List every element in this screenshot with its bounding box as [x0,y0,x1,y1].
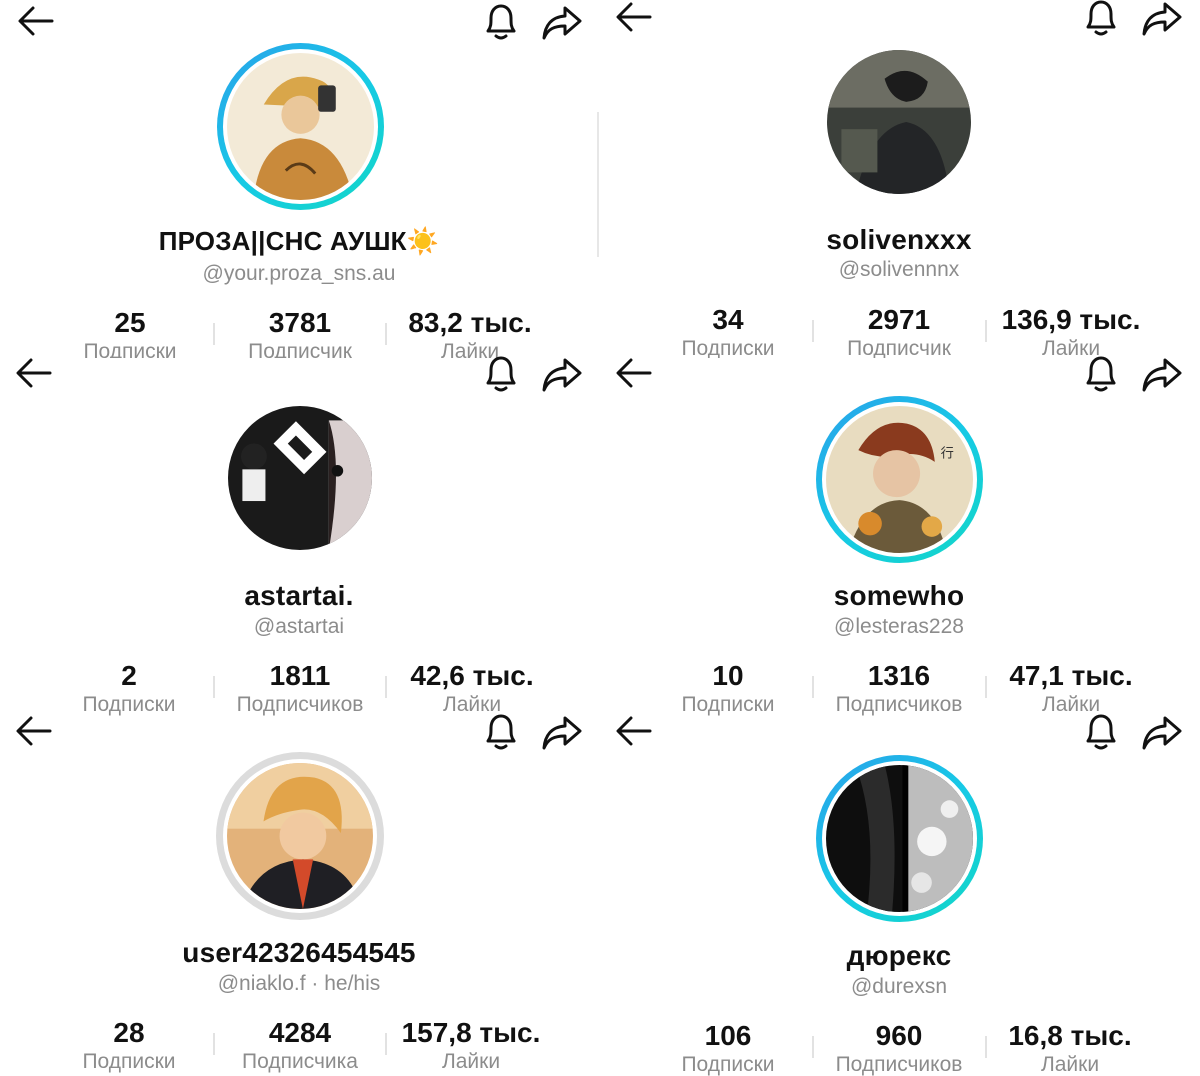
following-stat[interactable]: 28 Подписки [39,1016,219,1074]
share-arrow-icon[interactable] [1140,356,1184,394]
likes-stat: 136,9 тыс. Лайки [981,303,1161,358]
likes-count: 47,1 тыс. [1009,660,1133,691]
followers-count: 3781 [268,307,332,338]
avatar[interactable] [227,53,374,200]
share-arrow-icon[interactable] [540,714,584,752]
display-name: дюрекс [846,940,952,971]
likes-stat: 47,1 тыс. Лайки [981,659,1161,717]
back-arrow-icon[interactable] [614,714,654,748]
display-name: solivenxxx [826,224,972,255]
likes-stat: 16,8 тыс. Лайки [980,1019,1160,1076]
following-count: 2 [121,660,137,691]
username-handle: @astartai [253,615,345,638]
likes-label: Лайки [441,1050,501,1073]
username-handle: @solivennnx [838,258,960,281]
username-handle: @niaklo.f · he/his [217,972,381,995]
avatar-ring: 行 [816,396,983,563]
profile-card-6: дюрекс @durexsn 106 Подписки 960 Подписч… [600,710,1198,1076]
share-arrow-icon[interactable] [540,4,584,42]
likes-stat: 157,8 тыс. Лайки [381,1016,561,1074]
likes-count: 83,2 тыс. [408,307,532,338]
followers-stat[interactable]: 2971 Подписчик [809,303,989,358]
back-arrow-icon[interactable] [14,356,54,390]
followers-count: 1316 [867,660,931,691]
bell-icon[interactable] [1082,712,1120,752]
profile-card-5: user42326454545 @niaklo.f · he/his 28 По… [0,710,598,1076]
display-name: astartai. [244,580,354,611]
avatar-ring [228,406,372,550]
bell-icon[interactable] [482,2,520,42]
panel-divider [597,112,599,257]
profile-card-2: solivenxxx @solivennnx 34 Подписки 2971 … [600,0,1198,358]
following-count: 106 [704,1020,752,1051]
share-arrow-icon[interactable] [1140,0,1184,38]
profile-card-1: ПРОЗА||СНС АУШК☀️ @your.proza_sns.au 25 … [0,0,598,358]
following-label: Подписки [82,1050,176,1073]
back-arrow-icon[interactable] [614,0,654,34]
followers-count: 960 [875,1020,923,1051]
followers-label: Подписчиков [835,1053,963,1076]
bell-icon[interactable] [1082,354,1120,394]
share-arrow-icon[interactable] [540,356,584,394]
following-stat[interactable]: 10 Подписки [638,659,818,717]
followers-label: Подписчика [242,1050,358,1073]
following-count: 34 [712,304,744,335]
followers-stat[interactable]: 1811 Подписчиков [210,659,390,717]
username-handle: @lesteras228 [834,615,964,638]
avatar[interactable]: 行 [826,406,973,553]
back-arrow-icon[interactable] [14,714,54,748]
following-count: 28 [113,1017,145,1048]
followers-stat[interactable]: 3781 Подписчик [210,306,390,358]
username-handle: @your.proza_sns.au [202,262,396,285]
likes-count: 136,9 тыс. [1001,304,1141,335]
following-stat[interactable]: 106 Подписки [638,1019,818,1076]
likes-count: 157,8 тыс. [401,1017,541,1048]
avatar-ring [827,50,971,194]
avatar[interactable] [228,406,372,550]
avatar[interactable] [227,763,373,909]
display-name: user42326454545 [182,937,416,968]
following-count: 10 [712,660,744,691]
display-name: ПРОЗА||СНС АУШК☀️ [158,226,440,256]
bell-icon[interactable] [482,712,520,752]
avatar-ring [216,752,384,920]
bell-icon[interactable] [482,354,520,394]
followers-stat[interactable]: 960 Подписчиков [809,1019,989,1076]
profile-card-3: astartai. @astartai 2 Подписки 1811 Подп… [0,352,598,718]
avatar[interactable] [826,765,973,912]
bell-icon[interactable] [1082,0,1120,38]
avatar-ring [217,43,384,210]
followers-stat[interactable]: 4284 Подписчика [210,1016,390,1074]
followers-count: 4284 [268,1017,332,1048]
username-handle: @durexsn [850,975,948,998]
followers-count: 2971 [867,304,931,335]
followers-count: 1811 [269,660,331,691]
likes-count: 16,8 тыс. [1008,1020,1132,1051]
following-stat[interactable]: 25 Подписки [40,306,220,358]
share-arrow-icon[interactable] [1140,714,1184,752]
following-label: Подписки [681,1053,775,1076]
likes-label: Лайки [1040,1053,1100,1076]
back-arrow-icon[interactable] [614,356,654,390]
display-name: somewho [833,580,965,611]
avatar-ring [816,755,983,922]
following-stat[interactable]: 2 Подписки [39,659,219,717]
likes-stat: 42,6 тыс. Лайки [382,659,562,717]
profile-card-4: 行 somewho @lesteras228 10 Подписки 1316 … [600,352,1198,718]
likes-count: 42,6 тыс. [410,660,534,691]
svg-text:行: 行 [941,445,954,461]
avatar[interactable] [827,50,971,194]
followers-stat[interactable]: 1316 Подписчиков [809,659,989,717]
likes-stat: 83,2 тыс. Лайки [380,306,560,358]
following-stat[interactable]: 34 Подписки [638,303,818,358]
following-count: 25 [114,307,146,338]
back-arrow-icon[interactable] [16,4,56,38]
